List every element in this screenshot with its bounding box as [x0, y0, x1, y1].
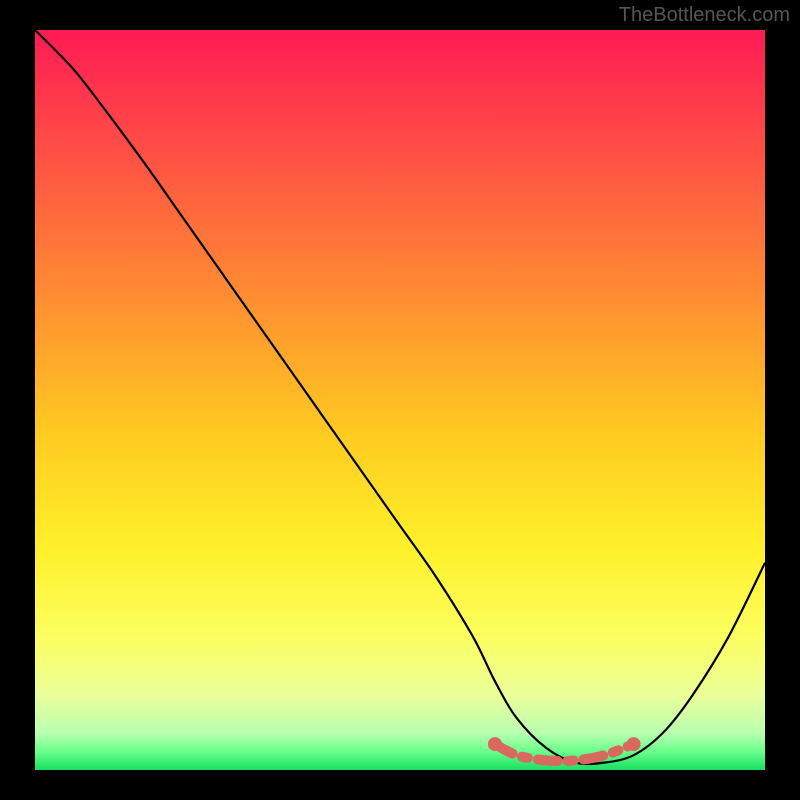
- plot-area: [35, 30, 765, 770]
- chart-container: TheBottleneck.com: [0, 0, 800, 800]
- valley-marker: [488, 737, 641, 761]
- watermark-text: TheBottleneck.com: [619, 4, 790, 27]
- bottleneck-curve: [35, 30, 765, 764]
- curve-layer: [35, 30, 765, 770]
